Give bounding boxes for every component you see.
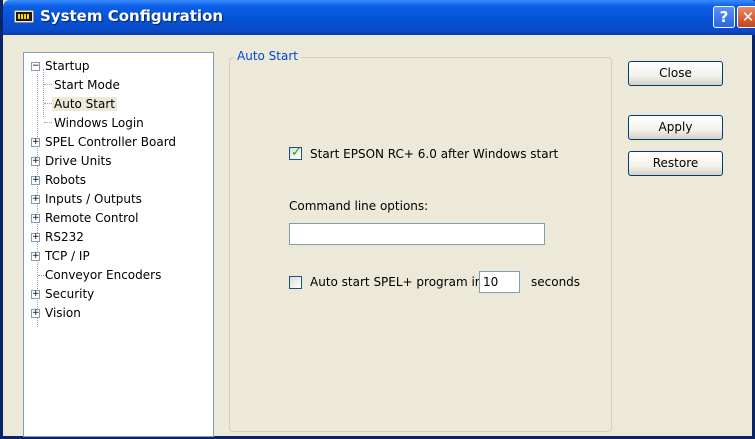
tree-item-label: Security	[45, 287, 95, 301]
tree-item-spel-controller-board[interactable]: + SPEL Controller Board	[31, 133, 176, 151]
apply-button[interactable]: Apply	[628, 115, 723, 140]
tree-item-label: Remote Control	[45, 211, 139, 225]
window-title: System Configuration	[40, 7, 224, 25]
app-icon	[14, 10, 34, 23]
tree-item-remote-control[interactable]: + Remote Control	[31, 209, 139, 227]
expand-icon[interactable]: +	[31, 138, 40, 147]
tree-item-label: RS232	[45, 230, 84, 244]
expand-icon[interactable]: +	[31, 233, 40, 242]
close-icon[interactable]: ✕	[737, 6, 755, 28]
auto-start-program-checkbox[interactable]	[289, 276, 302, 289]
tree-item-label: SPEL Controller Board	[45, 135, 177, 149]
start-epson-checkbox[interactable]: ✓	[289, 145, 302, 160]
tree-item-label: Inputs / Outputs	[45, 192, 142, 206]
expand-icon[interactable]: +	[31, 176, 40, 185]
expand-icon[interactable]: +	[31, 157, 40, 166]
expand-icon[interactable]: +	[31, 195, 40, 204]
tree-item-inputs-outputs[interactable]: + Inputs / Outputs	[31, 190, 142, 208]
checkmark-icon: ✓	[291, 145, 302, 160]
tree-item-label: Vision	[45, 306, 81, 320]
tree-item-label: Conveyor Encoders	[45, 268, 162, 282]
expand-icon[interactable]: +	[31, 290, 40, 299]
tree-item-label: Windows Login	[54, 116, 144, 130]
tree-item-auto-start[interactable]: Auto Start	[52, 95, 117, 113]
close-button[interactable]: Close	[628, 61, 723, 86]
tree-item-tcp-ip[interactable]: + TCP / IP	[31, 247, 90, 265]
tree-item-startup[interactable]: − Startup	[31, 57, 90, 75]
collapse-icon[interactable]: −	[31, 62, 40, 71]
tree-item-label: Startup	[45, 59, 90, 73]
tree-item-conveyor-encoders[interactable]: Conveyor Encoders	[45, 266, 161, 284]
tree-item-label: Drive Units	[45, 154, 112, 168]
help-icon[interactable]: ?	[713, 6, 735, 28]
tree-item-start-mode[interactable]: Start Mode	[54, 76, 120, 94]
expand-icon[interactable]: +	[31, 252, 40, 261]
tree-item-drive-units[interactable]: + Drive Units	[31, 152, 112, 170]
tree-item-security[interactable]: + Security	[31, 285, 94, 303]
config-tree[interactable]: − Startup Start Mode Auto Start Windows …	[23, 52, 214, 437]
expand-icon[interactable]: +	[31, 309, 40, 318]
seconds-input-box[interactable]	[479, 271, 520, 293]
tree-item-windows-login[interactable]: Windows Login	[54, 114, 144, 132]
tree-item-label: Robots	[45, 173, 87, 187]
auto-start-program-label[interactable]: Auto start SPEL+ program in	[310, 275, 482, 289]
seconds-label: seconds	[531, 275, 581, 289]
group-title: Auto Start	[234, 49, 301, 63]
tree-item-label: Start Mode	[54, 78, 120, 92]
tree-item-label: Auto Start	[52, 97, 117, 111]
start-epson-label[interactable]: Start EPSON RC+ 6.0 after Windows start	[310, 147, 558, 161]
seconds-input[interactable]	[480, 272, 519, 292]
tree-item-rs232[interactable]: + RS232	[31, 228, 84, 246]
tree-item-robots[interactable]: + Robots	[31, 171, 86, 189]
command-line-input[interactable]	[290, 224, 544, 244]
system-configuration-window: System Configuration ? ✕ − Startup Start…	[0, 0, 755, 439]
title-bar[interactable]: System Configuration ? ✕	[3, 0, 755, 35]
command-line-input-box[interactable]	[289, 223, 545, 245]
command-line-label: Command line options:	[289, 199, 429, 213]
restore-button[interactable]: Restore	[628, 151, 723, 176]
tree-item-label: TCP / IP	[45, 249, 90, 263]
expand-icon[interactable]: +	[31, 214, 40, 223]
tree-item-vision[interactable]: + Vision	[31, 304, 81, 322]
